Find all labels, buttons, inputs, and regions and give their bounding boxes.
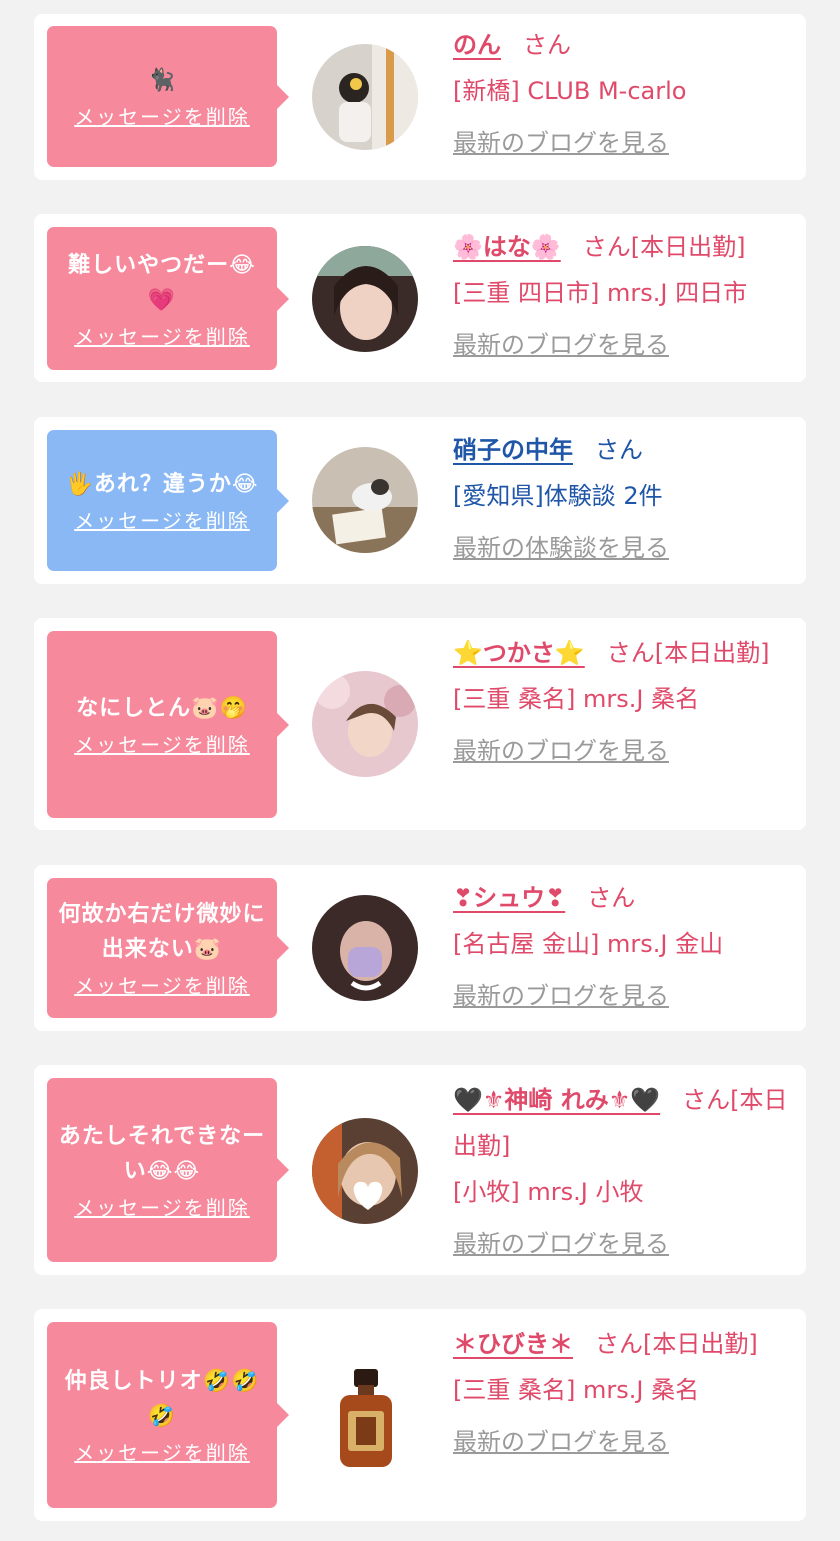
delete-message-link[interactable]: メッセージを削除 — [74, 104, 250, 130]
message-bubble: 仲良しトリオ🤣🤣🤣 メッセージを削除 — [47, 1322, 289, 1508]
reviewer-name-link[interactable]: 硝子の中年 — [453, 436, 573, 464]
avatar[interactable] — [312, 447, 418, 553]
message-bubble: 何故か右だけ微妙に出来ない🐷 メッセージを削除 — [47, 878, 289, 1018]
list-item: 何故か右だけ微妙に出来ない🐷 メッセージを削除 ❣シュウ❣ さん [名古屋 金山]… — [34, 865, 806, 1031]
shop-name: [三重 桑名] mrs.J 桑名 — [453, 685, 700, 713]
message-bubble: 難しいやつだー😂💗 メッセージを削除 — [47, 227, 289, 370]
message-text: あたしそれできなーい😂😂 — [58, 1124, 266, 1184]
shop-name: [三重 四日市] mrs.J 四日市 — [453, 279, 748, 307]
shop-name: [名古屋 金山] mrs.J 金山 — [453, 930, 724, 958]
latest-blog-link[interactable]: 最新のブログを見る — [453, 322, 793, 368]
cast-info: ⭐つかさ⭐ さん[本日出勤] [三重 桑名] mrs.J 桑名 最新のブログを見る — [453, 630, 793, 774]
cast-name-link[interactable]: ＊ひびき＊ — [453, 1330, 573, 1358]
latest-review-link[interactable]: 最新の体験談を見る — [453, 525, 793, 571]
avatar[interactable] — [312, 246, 418, 352]
latest-blog-link[interactable]: 最新のブログを見る — [453, 1419, 793, 1465]
message-text: 🐈‍⬛ — [147, 68, 177, 93]
message-text: なにしとん🐷🤭 — [76, 696, 248, 721]
list-item: 難しいやつだー😂💗 メッセージを削除 🌸はな🌸 さん[本日出勤] [三重 四日市]… — [34, 214, 806, 382]
cast-suffix: さん[本日出勤] — [582, 233, 746, 261]
delete-message-link[interactable]: メッセージを削除 — [74, 324, 250, 350]
cast-name-link[interactable]: ⭐つかさ⭐ — [453, 639, 585, 667]
cast-info: 🖤⚜神崎 れみ⚜🖤 さん[本日出勤] [小牧] mrs.J 小牧 最新のブログを見… — [453, 1077, 793, 1267]
list-item: 🖐あれ？違うか😂 メッセージを削除 硝子の中年 さん [愛知県]体験談 2件 最新… — [34, 417, 806, 584]
cast-info: ＊ひびき＊ さん[本日出勤] [三重 桑名] mrs.J 桑名 最新のブログを見る — [453, 1321, 793, 1465]
message-bubble: 🖐あれ？違うか😂 メッセージを削除 — [47, 430, 289, 571]
whisky-bottle-image — [340, 1369, 392, 1467]
delete-message-link[interactable]: メッセージを削除 — [74, 508, 250, 534]
list-item: 🐈‍⬛ メッセージを削除 のん さん [新橋] CLUB M-carlo 最新のブ… — [34, 14, 806, 180]
list-item: 仲良しトリオ🤣🤣🤣 メッセージを削除 ＊ひびき＊ さん[本日出勤] [三重 桑名]… — [34, 1309, 806, 1521]
avatar[interactable] — [326, 1365, 406, 1471]
avatar-photo — [312, 44, 418, 150]
avatar-photo — [312, 1118, 418, 1224]
avatar-photo — [312, 895, 418, 1001]
latest-blog-link[interactable]: 最新のブログを見る — [453, 1221, 793, 1267]
cast-info: 硝子の中年 さん [愛知県]体験談 2件 最新の体験談を見る — [453, 427, 793, 571]
latest-blog-link[interactable]: 最新のブログを見る — [453, 973, 793, 1019]
latest-blog-link[interactable]: 最新のブログを見る — [453, 120, 793, 166]
avatar[interactable] — [312, 1118, 418, 1224]
cast-suffix: さん[本日出勤] — [595, 1330, 758, 1358]
avatar-photo — [312, 246, 418, 352]
cast-info: ❣シュウ❣ さん [名古屋 金山] mrs.J 金山 最新のブログを見る — [453, 875, 793, 1019]
cast-suffix: さん[本日出勤] — [606, 639, 770, 667]
cast-name-link[interactable]: 🖤⚜神崎 れみ⚜🖤 — [453, 1086, 660, 1114]
message-text: 🖐あれ？違うか😂 — [65, 472, 259, 497]
message-bubble: あたしそれできなーい😂😂 メッセージを削除 — [47, 1078, 289, 1262]
cast-suffix: さん — [523, 31, 571, 59]
message-text: 難しいやつだー😂💗 — [68, 252, 256, 313]
favorite-list: 🐈‍⬛ メッセージを削除 のん さん [新橋] CLUB M-carlo 最新のブ… — [0, 0, 840, 1541]
message-text: 仲良しトリオ🤣🤣🤣 — [64, 1369, 260, 1429]
delete-message-link[interactable]: メッセージを削除 — [74, 973, 250, 999]
delete-message-link[interactable]: メッセージを削除 — [74, 732, 250, 758]
avatar-photo — [312, 671, 418, 777]
latest-blog-link[interactable]: 最新のブログを見る — [453, 728, 793, 774]
message-bubble: 🐈‍⬛ メッセージを削除 — [47, 26, 289, 167]
list-item: あたしそれできなーい😂😂 メッセージを削除 🖤⚜神崎 れみ⚜🖤 さん[本日出勤] … — [34, 1065, 806, 1275]
review-count: [愛知県]体験談 2件 — [453, 482, 663, 510]
avatar[interactable] — [312, 44, 418, 150]
cast-name-link[interactable]: ❣シュウ❣ — [453, 884, 565, 912]
message-bubble: なにしとん🐷🤭 メッセージを削除 — [47, 631, 289, 818]
cast-info: 🌸はな🌸 さん[本日出勤] [三重 四日市] mrs.J 四日市 最新のブログを見… — [453, 224, 793, 368]
cast-suffix: さん — [587, 884, 636, 912]
list-item: なにしとん🐷🤭 メッセージを削除 ⭐つかさ⭐ さん[本日出勤] [三重 桑名] m… — [34, 618, 806, 830]
shop-name: [三重 桑名] mrs.J 桑名 — [453, 1376, 700, 1404]
delete-message-link[interactable]: メッセージを削除 — [74, 1440, 250, 1466]
avatar[interactable] — [312, 671, 418, 777]
cast-info: のん さん [新橋] CLUB M-carlo 最新のブログを見る — [453, 22, 793, 166]
message-text: 何故か右だけ微妙に出来ない🐷 — [58, 902, 266, 962]
avatar[interactable] — [312, 895, 418, 1001]
shop-name: [新橋] CLUB M-carlo — [453, 77, 687, 105]
cast-name-link[interactable]: 🌸はな🌸 — [453, 233, 561, 261]
cast-name-link[interactable]: のん — [453, 31, 501, 59]
avatar-photo — [312, 447, 418, 553]
delete-message-link[interactable]: メッセージを削除 — [74, 1195, 250, 1221]
reviewer-suffix: さん — [595, 436, 643, 464]
shop-name: [小牧] mrs.J 小牧 — [453, 1178, 644, 1206]
